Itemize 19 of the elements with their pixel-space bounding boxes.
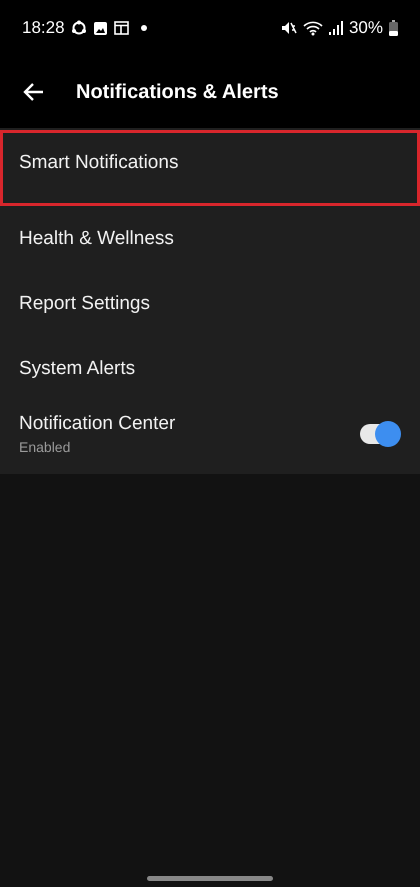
- calendar-icon: [114, 21, 129, 35]
- sync-icon: [70, 20, 87, 36]
- wifi-icon: [302, 20, 323, 36]
- battery-percent: 30%: [348, 18, 383, 38]
- settings-item[interactable]: System Alerts: [0, 336, 420, 401]
- status-time: 18:28: [22, 18, 65, 38]
- item-subtitle: Enabled: [19, 438, 72, 454]
- item-label: Notification Center: [19, 412, 176, 434]
- settings-item[interactable]: Smart Notifications: [0, 130, 420, 206]
- settings-item[interactable]: Report Settings: [0, 271, 420, 336]
- settings-toggle-row[interactable]: Notification Center Enabled: [0, 401, 420, 466]
- signal-icon: [328, 21, 343, 35]
- page-title: Notifications & Alerts: [76, 80, 279, 104]
- toggle-switch[interactable]: [360, 424, 398, 444]
- settings-item[interactable]: Health & Wellness: [0, 206, 420, 271]
- mute-icon: [280, 20, 297, 36]
- image-icon: [92, 20, 108, 36]
- battery-icon: [389, 20, 398, 36]
- dot-icon: [140, 25, 147, 31]
